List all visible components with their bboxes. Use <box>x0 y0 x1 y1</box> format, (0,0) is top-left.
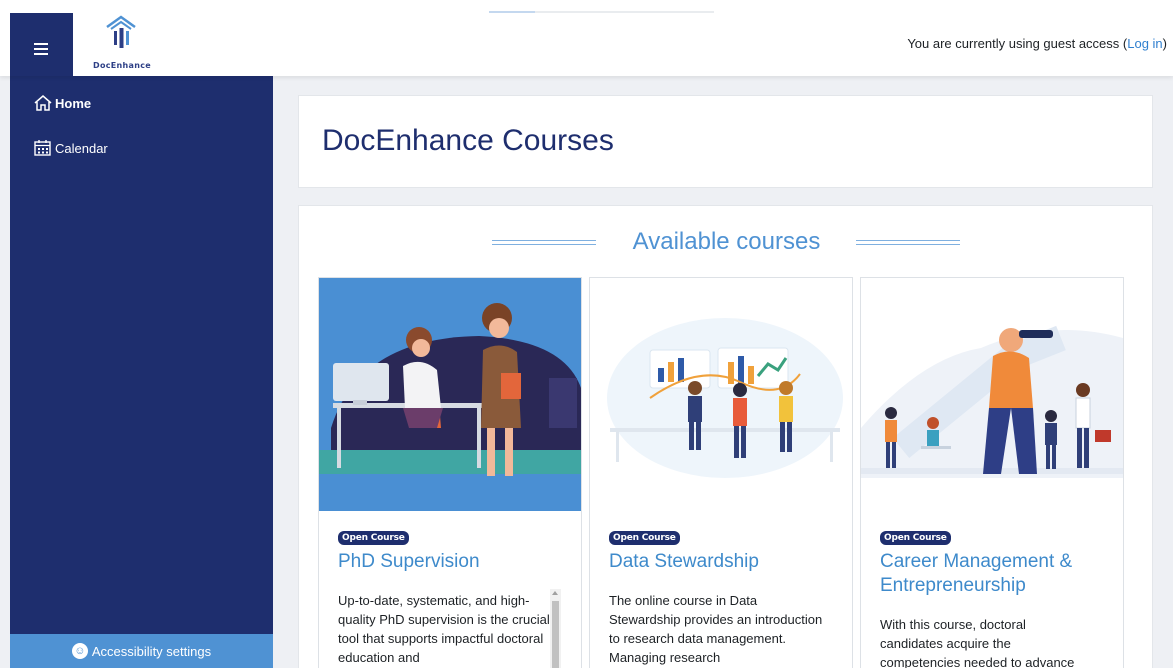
sidebar-item-calendar[interactable]: Calendar <box>33 139 108 157</box>
course-card[interactable]: Open Course PhD Supervision Up-to-date, … <box>318 277 582 668</box>
course-summary: Up-to-date, systematic, and high-quality… <box>338 593 550 665</box>
top-navbar: DocEnhance You are currently using guest… <box>0 0 1173 76</box>
accessibility-settings-button[interactable]: ☺ Accessibility settings <box>10 634 273 668</box>
summary-scrollbar[interactable] <box>550 589 561 668</box>
site-logo[interactable]: DocEnhance <box>73 13 171 76</box>
open-course-badge: Open Course <box>880 531 951 545</box>
course-image-data-stewardship[interactable] <box>590 278 852 511</box>
sidebar-item-home[interactable]: Home <box>33 94 91 112</box>
scrollbar-thumb[interactable] <box>552 601 559 668</box>
course-card[interactable]: Open Course Career Management & Entrepre… <box>860 277 1124 668</box>
title-rule-right <box>856 240 960 245</box>
login-link[interactable]: Log in <box>1127 36 1162 51</box>
guest-close: ) <box>1162 36 1167 51</box>
accessibility-label: Accessibility settings <box>91 643 212 659</box>
course-image-career-management[interactable] <box>861 278 1123 478</box>
course-title-link[interactable]: Career Management & Entrepreneurship <box>880 550 1115 598</box>
calendar-icon <box>34 140 51 156</box>
scroll-up-icon[interactable] <box>552 591 558 595</box>
logo-text: DocEnhance <box>93 61 151 70</box>
top-divider <box>489 11 714 13</box>
course-image-phd-supervision[interactable] <box>319 278 581 511</box>
open-course-badge: Open Course <box>609 531 680 545</box>
accessibility-icon: ☺ <box>71 643 88 659</box>
section-title: Available courses <box>632 228 821 255</box>
course-title-link[interactable]: Data Stewardship <box>609 550 844 574</box>
sidebar-item-label: Calendar <box>55 140 108 156</box>
course-summary: The online course in Data Stewardship pr… <box>609 593 823 665</box>
drawer-toggle-button[interactable] <box>10 13 73 76</box>
available-courses-section: Available courses Open Course PhD Superv… <box>298 205 1153 668</box>
course-summary: With this course, doctoral candidates ac… <box>880 617 1075 668</box>
open-course-badge: Open Course <box>338 531 409 545</box>
home-icon <box>34 95 52 111</box>
sidebar-item-label: Home <box>55 95 92 111</box>
page-title: DocEnhance Courses <box>322 124 614 157</box>
hamburger-icon <box>34 43 48 55</box>
page-header-card: DocEnhance Courses <box>298 95 1153 188</box>
course-card[interactable]: Open Course Data Stewardship The online … <box>589 277 853 668</box>
course-title-link[interactable]: PhD Supervision <box>338 550 573 574</box>
guest-access-notice: You are currently using guest access (Lo… <box>907 36 1167 51</box>
guest-text: You are currently using guest access ( <box>907 36 1128 51</box>
sidebar-drawer: Home Calendar ☺ Accessibility settings <box>10 76 273 668</box>
logo-building-icon <box>106 15 136 48</box>
